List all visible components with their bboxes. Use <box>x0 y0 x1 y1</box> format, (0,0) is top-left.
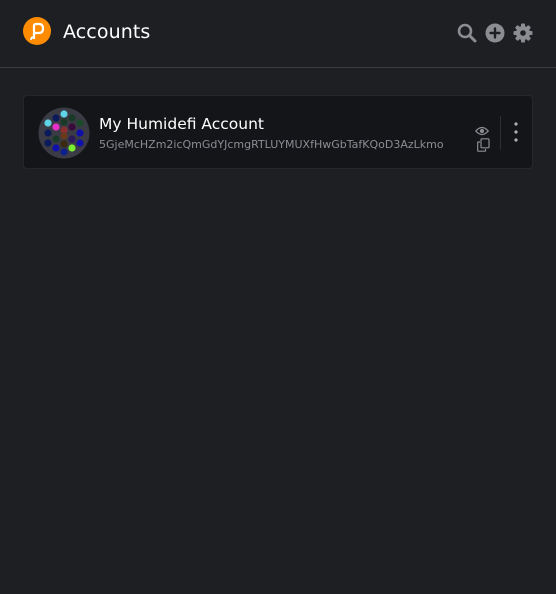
account-address: 5GjeMcHZm2icQmGdYJcmgRTLUYMUXfHwGbTafKQo… <box>99 138 444 151</box>
polkadot-logo-icon <box>23 17 51 45</box>
gear-icon[interactable] <box>513 23 533 43</box>
add-account-icon[interactable] <box>485 23 505 43</box>
account-name: My Humidefi Account <box>99 115 265 133</box>
identicon-avatar <box>38 107 90 159</box>
search-icon[interactable] <box>457 23 477 43</box>
more-vertical-icon[interactable] <box>509 120 523 146</box>
copy-icon[interactable] <box>477 137 490 156</box>
app-header: Accounts <box>0 0 556 68</box>
page-title: Accounts <box>63 21 151 43</box>
account-card[interactable]: My Humidefi Account 5GjeMcHZm2icQmGdYJcm… <box>23 95 533 169</box>
card-divider <box>500 116 501 150</box>
